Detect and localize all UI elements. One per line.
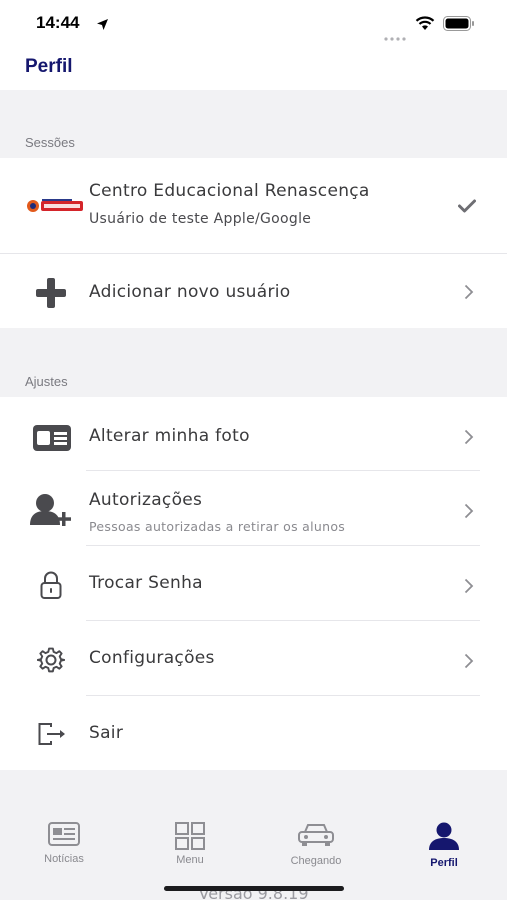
checkmark-icon (458, 198, 476, 217)
home-indicator (164, 886, 344, 891)
status-bar: 14:44 (0, 0, 507, 48)
chevron-right-icon (464, 578, 474, 598)
change-password-row[interactable]: Trocar Senha (0, 546, 507, 621)
change-photo-row[interactable]: Alterar minha foto (0, 397, 507, 471)
authorizations-label: Autorizações (89, 490, 203, 510)
person-icon (427, 822, 461, 854)
tab-arriving-label: Chegando (290, 855, 342, 867)
page-title: Perfil (25, 56, 73, 77)
location-arrow-icon (96, 16, 109, 35)
add-person-icon (29, 493, 75, 531)
car-icon (297, 824, 335, 852)
gear-icon (36, 646, 66, 678)
logout-row[interactable]: Sair (0, 696, 507, 770)
lock-icon (40, 571, 62, 603)
settings-section-label: Ajustes (25, 374, 68, 389)
change-photo-label: Alterar minha foto (89, 426, 250, 446)
school-logo (26, 198, 84, 218)
session-row[interactable]: Centro Educacional Renascença Usuário de… (0, 158, 507, 253)
chevron-right-icon (464, 503, 474, 523)
settings-card: Alterar minha foto Autorizações Pessoas … (0, 397, 507, 770)
tab-menu-label: Menu (176, 854, 204, 866)
authorizations-subtitle: Pessoas autorizadas a retirar os alunos (89, 519, 346, 534)
chevron-right-icon (464, 284, 474, 304)
chevron-right-icon (464, 653, 474, 673)
sessions-section-label: Sessões (25, 135, 75, 150)
school-name: Centro Educacional Renascença (89, 181, 370, 201)
tab-menu[interactable]: Menu (150, 822, 230, 866)
add-user-label: Adicionar novo usuário (89, 282, 291, 302)
logout-label: Sair (89, 723, 124, 743)
settings-label: Configurações (89, 648, 215, 668)
tab-arriving[interactable]: Chegando (276, 822, 356, 867)
tab-profile[interactable]: Perfil (404, 822, 484, 869)
add-user-row[interactable]: Adicionar novo usuário (0, 254, 507, 328)
chevron-right-icon (464, 429, 474, 449)
grid-icon (174, 822, 206, 854)
change-password-label: Trocar Senha (89, 573, 203, 593)
session-user-label: Usuário de teste Apple/Google (89, 211, 312, 227)
plus-icon (35, 277, 67, 313)
nav-header: Perfil (0, 48, 507, 90)
tab-bar: Notícias Menu Chegando Perfil (0, 770, 507, 900)
tab-news-label: Notícias (44, 853, 84, 865)
signal-dots-icon (384, 26, 408, 45)
battery-icon (443, 16, 475, 35)
logout-icon (38, 722, 68, 750)
id-card-icon (32, 424, 72, 456)
tab-profile-label: Perfil (430, 857, 458, 869)
tab-news[interactable]: Notícias (24, 822, 104, 865)
status-time: 14:44 (36, 13, 80, 32)
wifi-icon (415, 16, 435, 35)
sessions-card: Centro Educacional Renascença Usuário de… (0, 158, 507, 328)
authorizations-row[interactable]: Autorizações Pessoas autorizadas a retir… (0, 471, 507, 546)
news-icon (48, 822, 80, 850)
settings-row[interactable]: Configurações (0, 621, 507, 696)
